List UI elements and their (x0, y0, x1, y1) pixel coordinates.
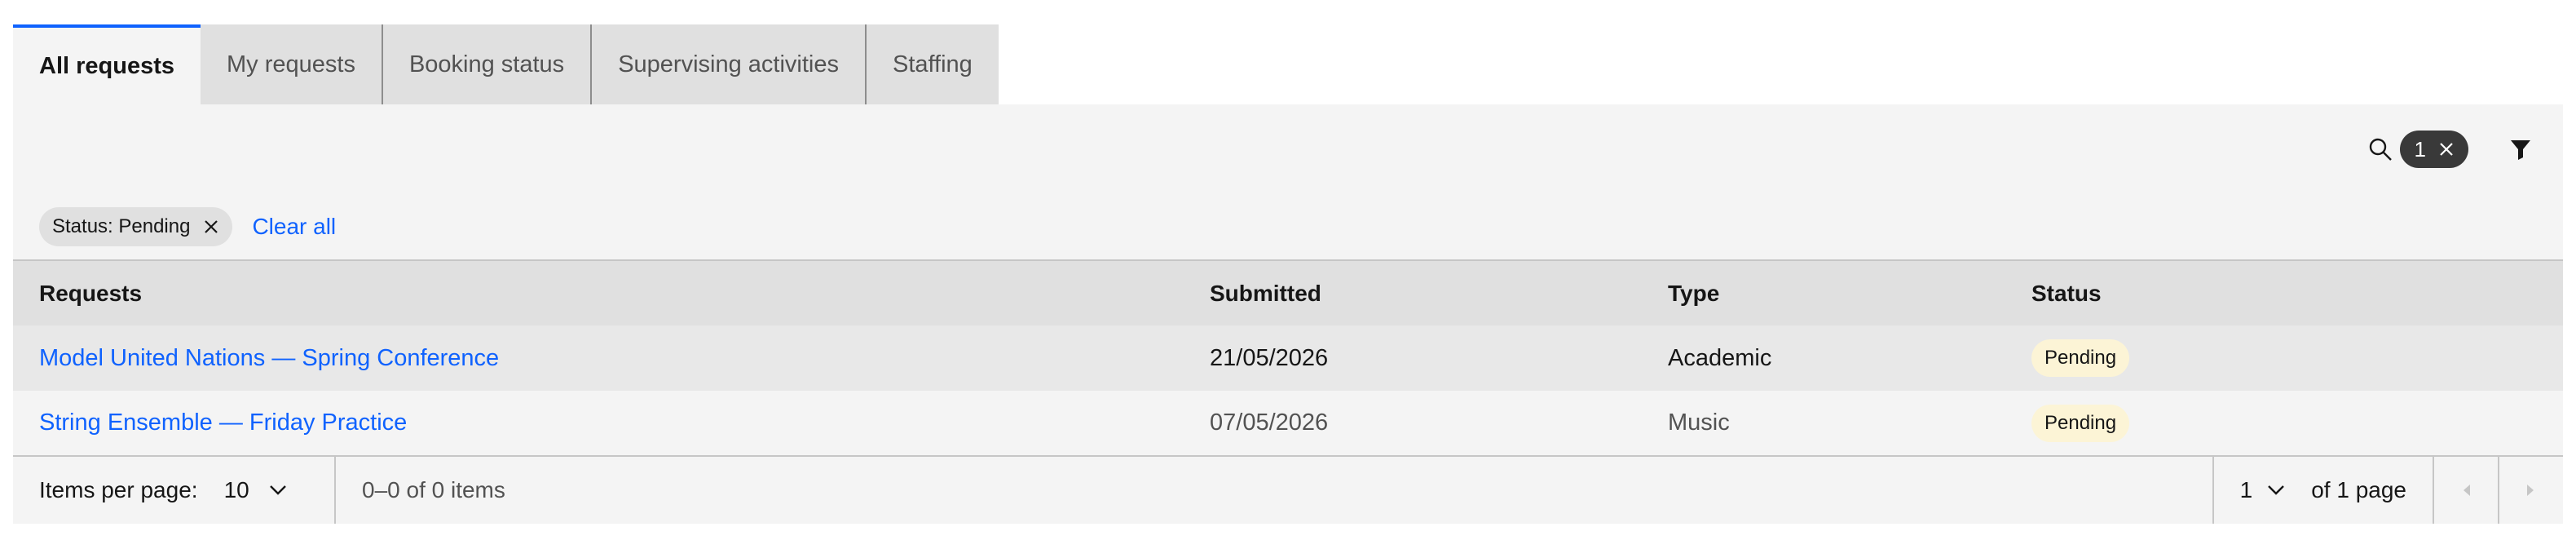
table-row: Model United Nations — Spring Conference… (13, 325, 2563, 391)
requests-table: Requests Submitted Type Status Model Uni… (13, 259, 2563, 457)
search-icon (2369, 138, 2392, 161)
filter-icon (2511, 140, 2530, 160)
caret-right-icon (2527, 485, 2534, 496)
tab-supervising-activities[interactable]: Supervising activities (590, 24, 865, 104)
column-header-submitted: Submitted (1210, 280, 1321, 306)
submitted-cell: 07/05/2026 (1210, 409, 1329, 436)
items-per-page-select[interactable]: 10 (224, 477, 287, 503)
items-per-page: Items per page: 10 (13, 457, 336, 524)
search-button[interactable] (2364, 133, 2397, 166)
chevron-down-icon (269, 485, 286, 495)
request-link[interactable]: Model United Nations — Spring Conference (39, 345, 499, 371)
filter-tag-label: Status: Pending (52, 215, 191, 237)
type-cell: Academic (1668, 344, 1772, 371)
close-icon[interactable] (203, 219, 219, 235)
chevron-down-icon (2268, 485, 2285, 495)
type-cell: Music (1668, 409, 1730, 436)
clear-all-link[interactable]: Clear all (252, 214, 336, 240)
items-per-page-value: 10 (223, 477, 249, 502)
column-header-status: Status (2031, 280, 2102, 306)
request-cell: String Ensemble — Friday Practice (13, 391, 1184, 456)
filter-count: 1 (2414, 136, 2426, 162)
status-badge: Pending (2031, 404, 2130, 442)
tab-booking-status[interactable]: Booking status (381, 24, 591, 104)
caret-left-icon (2464, 485, 2470, 496)
table-header-row: Requests Submitted Type Status (13, 260, 2563, 325)
request-cell: Model United Nations — Spring Conference (13, 325, 1184, 391)
page-select-value: 1 (2239, 477, 2253, 502)
applied-filters: Status: Pending Clear all (13, 194, 2563, 259)
tab-list: All requests My requests Booking status … (13, 24, 2563, 104)
active-filter-count-tag[interactable]: 1 (2399, 131, 2468, 168)
pagination: Items per page: 10 0–0 of 0 items 1 of 1… (13, 457, 2563, 524)
status-cell: Pending (2005, 325, 2563, 391)
item-range: 0–0 of 0 items (362, 477, 505, 502)
tab-all-requests[interactable]: All requests (13, 24, 201, 104)
requests-view: All requests My requests Booking status … (13, 24, 2563, 524)
tab-my-requests[interactable]: My requests (201, 24, 382, 104)
table-toolbar: 1 (13, 104, 2563, 194)
items-per-page-label: Items per page: (39, 477, 198, 502)
previous-page-button[interactable] (2433, 457, 2498, 524)
status-badge: Pending (2031, 339, 2130, 377)
table-row: String Ensemble — Friday Practice 07/05/… (13, 391, 2563, 456)
filter-tag-status: Status: Pending (39, 207, 233, 246)
column-header-requests: Requests (39, 280, 143, 306)
close-icon[interactable] (2439, 142, 2454, 157)
column-header-type: Type (1668, 280, 1720, 306)
next-page-button[interactable] (2498, 457, 2563, 524)
submitted-cell: 21/05/2026 (1210, 344, 1329, 371)
table-panel: 1 Status: Pending Clear all Requests Sub… (13, 104, 2563, 524)
filter-button[interactable] (2498, 126, 2543, 172)
tab-staffing[interactable]: Staffing (864, 24, 999, 104)
request-link[interactable]: String Ensemble — Friday Practice (39, 409, 407, 436)
status-cell: Pending (2005, 391, 2563, 456)
page-count: of 1 page (2311, 477, 2406, 502)
page-select[interactable]: 1 (2212, 457, 2312, 524)
